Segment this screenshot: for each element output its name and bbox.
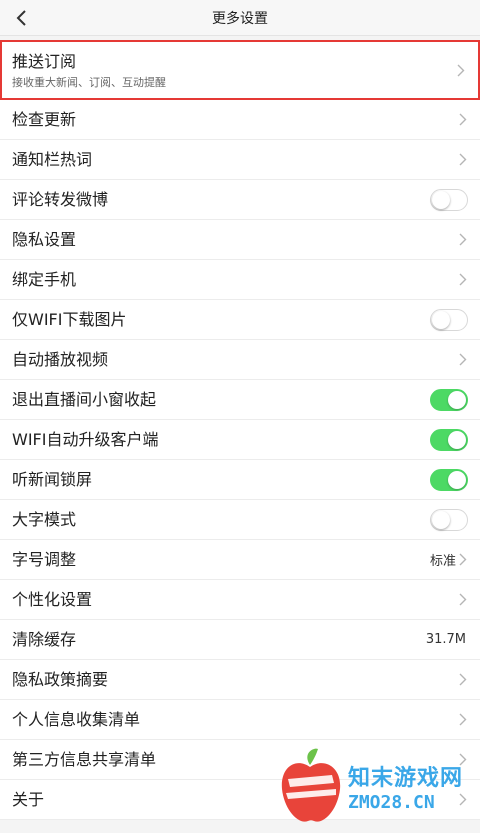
settings-row-listen-news-lockscreen: 听新闻锁屏: [0, 460, 480, 500]
settings-row-large-text-mode: 大字模式: [0, 500, 480, 540]
page-title: 更多设置: [212, 10, 268, 27]
chevron-right-icon: [458, 113, 468, 127]
settings-row-label: 评论转发微博: [12, 189, 109, 209]
settings-row-label: 退出直播间小窗收起: [12, 389, 157, 409]
settings-row-privacy-policy-summary[interactable]: 隐私政策摘要: [0, 660, 480, 700]
settings-row-label: 绑定手机: [12, 269, 77, 289]
settings-row-label: 个性化设置: [12, 589, 93, 609]
settings-row-font-size[interactable]: 字号调整 标准: [0, 540, 480, 580]
wifi-auto-upgrade-toggle[interactable]: [430, 428, 468, 451]
chevron-right-icon: [456, 63, 466, 77]
settings-row-clear-cache[interactable]: 清除缓存 31.7M: [0, 620, 480, 660]
watermark-url: ZMO28.CN: [348, 791, 435, 813]
back-button[interactable]: [10, 6, 34, 30]
settings-row-personal-info-list[interactable]: 个人信息收集清单: [0, 700, 480, 740]
settings-row-check-update[interactable]: 检查更新: [0, 100, 480, 140]
settings-row-wifi-only-images: 仅WIFI下载图片: [0, 300, 480, 340]
settings-row-autoplay-video[interactable]: 自动播放视频: [0, 340, 480, 380]
settings-row-push-subscription[interactable]: 推送订阅 接收重大新闻、订阅、互动提醒: [0, 40, 480, 100]
chevron-right-icon: [458, 153, 468, 167]
comment-repost-weibo-toggle[interactable]: [430, 188, 468, 211]
chevron-right-icon: [458, 553, 468, 567]
apple-logo-icon: [281, 748, 341, 822]
listen-news-lockscreen-toggle[interactable]: [430, 468, 468, 491]
settings-row-personalization[interactable]: 个性化设置: [0, 580, 480, 620]
settings-row-label: 通知栏热词: [12, 149, 93, 169]
settings-row-bind-phone[interactable]: 绑定手机: [0, 260, 480, 300]
watermark-title: 知末游戏网: [348, 765, 464, 791]
settings-row-label: 隐私设置: [12, 229, 77, 249]
chevron-right-icon: [458, 353, 468, 367]
chevron-left-icon: [16, 10, 26, 26]
settings-row-privacy-settings[interactable]: 隐私设置: [0, 220, 480, 260]
chevron-right-icon: [458, 673, 468, 687]
site-watermark: 知末游戏网 ZMO28.CN: [274, 745, 474, 827]
settings-row-comment-repost-weibo: 评论转发微博: [0, 180, 480, 220]
settings-row-wifi-auto-upgrade: WIFI自动升级客户端: [0, 420, 480, 460]
chevron-right-icon: [458, 273, 468, 287]
settings-row-label: 仅WIFI下载图片: [12, 309, 127, 329]
large-text-mode-toggle[interactable]: [430, 508, 468, 531]
settings-row-label: 清除缓存: [12, 629, 77, 649]
settings-list: 推送订阅 接收重大新闻、订阅、互动提醒 检查更新 通知栏热词 评论转发微博 隐私…: [0, 40, 480, 820]
settings-row-description: 接收重大新闻、订阅、互动提醒: [12, 75, 166, 89]
settings-row-label: 隐私政策摘要: [12, 669, 109, 689]
chevron-right-icon: [458, 713, 468, 727]
live-mini-window-toggle[interactable]: [430, 388, 468, 411]
chevron-right-icon: [458, 233, 468, 247]
chevron-right-icon: [458, 593, 468, 607]
settings-row-label: 字号调整: [12, 549, 77, 569]
settings-row-label: 检查更新: [12, 109, 77, 129]
wifi-only-images-toggle[interactable]: [430, 308, 468, 331]
settings-row-label: 个人信息收集清单: [12, 709, 141, 729]
top-bar: 更多设置: [0, 0, 480, 36]
settings-row-live-mini-window: 退出直播间小窗收起: [0, 380, 480, 420]
settings-row-label: 听新闻锁屏: [12, 469, 93, 489]
font-size-value: 标准: [429, 554, 456, 569]
settings-row-label: 推送订阅: [12, 51, 77, 71]
cache-size-value: 31.7M: [425, 632, 466, 647]
settings-row-notification-hot-words[interactable]: 通知栏热词: [0, 140, 480, 180]
settings-row-label: 自动播放视频: [12, 349, 109, 369]
settings-row-label: WIFI自动升级客户端: [12, 429, 159, 449]
settings-row-label: 大字模式: [12, 509, 77, 529]
